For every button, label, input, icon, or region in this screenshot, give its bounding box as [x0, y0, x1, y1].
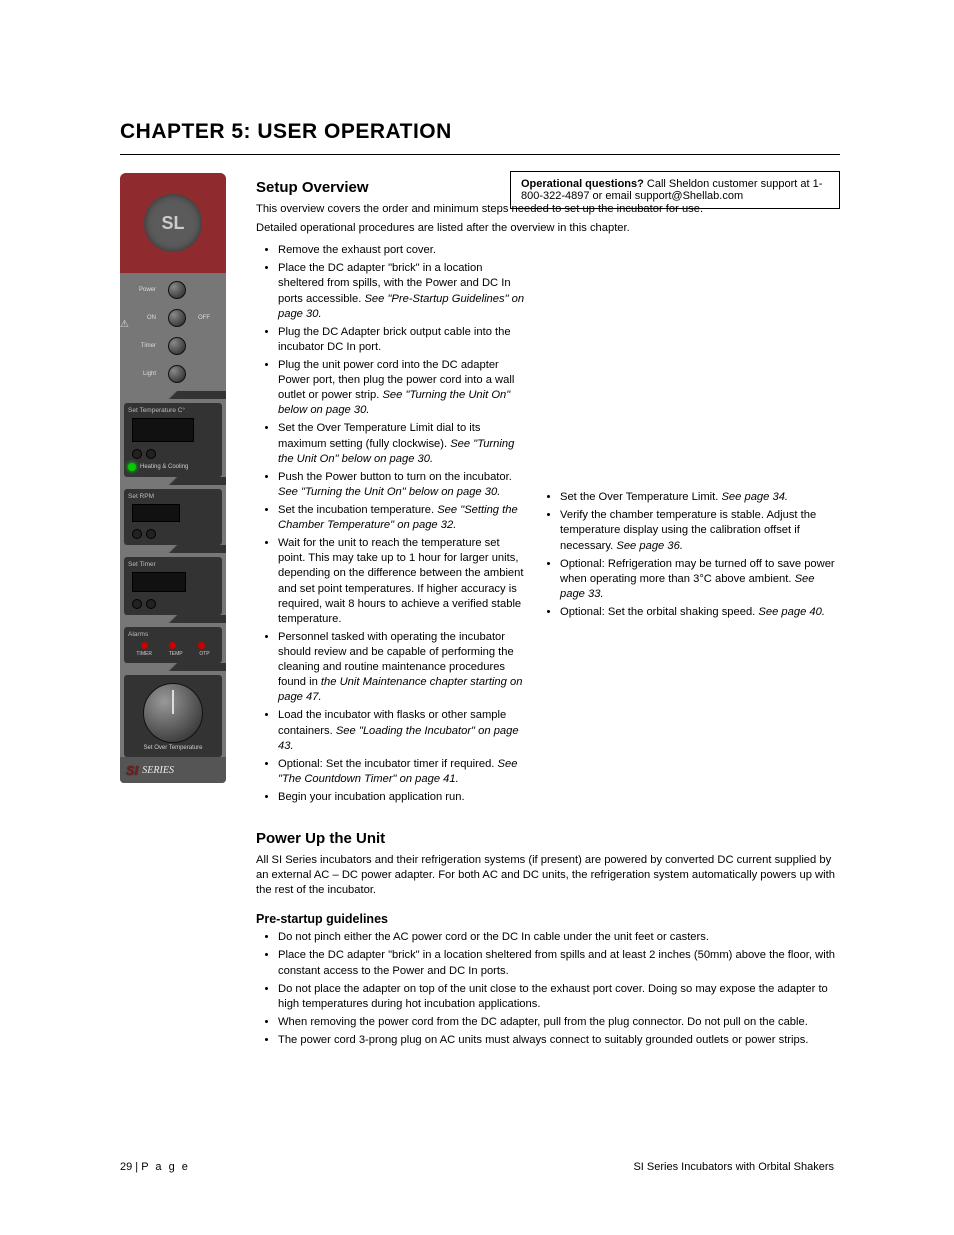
overview-steps: Remove the exhaust port cover. Place the… [256, 240, 840, 808]
title-divider [120, 154, 840, 155]
timer-display [132, 572, 186, 592]
pre-startup-list: Do not pinch either the AC power cord or… [278, 930, 840, 1048]
pre-startup-heading: Pre-startup guidelines [256, 912, 840, 926]
temp-down-button [146, 449, 156, 459]
list-item: Plug the DC Adapter brick output cable i… [278, 325, 526, 355]
switch-light: Light [126, 365, 220, 383]
rpm-up-button [132, 529, 142, 539]
control-panel-illustration: SL ⚠ Power ON OFF Timer [120, 173, 226, 783]
list-item: Optional: Set the orbital shaking speed.… [560, 605, 840, 620]
support-callout-box: Operational questions? Call Sheldon cust… [510, 171, 840, 209]
text-column: Operational questions? Call Sheldon cust… [240, 173, 840, 1051]
alarms-section: Alarms TIMER TEMP OTP [124, 627, 222, 663]
timer-down-button [146, 599, 156, 609]
set-temperature-section: Set Temperature C° Heating & Cooling [124, 403, 222, 477]
brand-logo: SL [144, 194, 202, 252]
switch-onoff: ON OFF [126, 309, 220, 327]
over-temp-section: Set Over Temperature [124, 675, 222, 757]
overview-intro-2: Detailed operational procedures are list… [256, 221, 840, 236]
footer-doc-title: SI Series Incubators with Orbital Shaker… [633, 1161, 834, 1173]
power-knob [168, 281, 186, 299]
set-timer-section: Set Timer [124, 557, 222, 615]
content-columns: SL ⚠ Power ON OFF Timer [120, 173, 840, 1051]
list-item: The power cord 3-prong plug on AC units … [278, 1033, 840, 1048]
power-up-para: All SI Series incubators and their refri… [256, 853, 840, 898]
timer-up-button [132, 599, 142, 609]
warning-icon: ⚠ [120, 319, 129, 330]
list-item: Do not place the adapter on top of the u… [278, 982, 840, 1012]
list-item: Place the DC adapter "brick" in a locati… [278, 948, 840, 978]
list-item: Personnel tasked with operating the incu… [278, 630, 526, 706]
heating-led [128, 463, 136, 471]
panel-column: SL ⚠ Power ON OFF Timer [120, 173, 240, 1051]
list-item: Place the DC adapter "brick" in a locati… [278, 261, 526, 321]
set-rpm-section: Set RPM [124, 489, 222, 545]
list-item: Remove the exhaust port cover. [278, 243, 526, 258]
alarm-led-timer [141, 642, 148, 649]
list-item: Wait for the unit to reach the temperatu… [278, 536, 526, 627]
list-item: Optional: Refrigeration may be turned of… [560, 557, 840, 602]
list-item: Begin your incubation application run. [278, 790, 526, 805]
list-item: Set the incubation temperature. See "Set… [278, 503, 526, 533]
alarm-led-temp [169, 642, 176, 649]
list-item: Verify the chamber temperature is stable… [560, 508, 840, 553]
switch-timer: Timer [126, 337, 220, 355]
alarm-led-otp [198, 642, 205, 649]
switch-bank: ⚠ Power ON OFF Timer [120, 273, 226, 391]
series-label: SI SERIES [120, 757, 226, 783]
list-item: Load the incubator with flasks or other … [278, 708, 526, 753]
temperature-display [132, 418, 194, 442]
list-item: When removing the power cord from the DC… [278, 1015, 840, 1030]
over-temperature-dial [143, 683, 203, 743]
light-knob [168, 365, 186, 383]
footer-page-number: 29 | P a g e [120, 1161, 190, 1173]
panel-logo-area: SL [120, 173, 226, 273]
list-item: Push the Power button to turn on the inc… [278, 470, 526, 500]
list-item: Plug the unit power cord into the DC ada… [278, 358, 526, 418]
list-item: Do not pinch either the AC power cord or… [278, 930, 840, 945]
temp-up-button [132, 449, 142, 459]
list-item: Optional: Set the incubator timer if req… [278, 757, 526, 787]
switch-power: Power [126, 281, 220, 299]
chapter-title: CHAPTER 5: USER OPERATION [120, 120, 840, 144]
rpm-display [132, 504, 180, 522]
page-content: CHAPTER 5: USER OPERATION SL ⚠ Power ON [120, 120, 840, 1051]
list-item: Set the Over Temperature Limit. See page… [560, 490, 840, 505]
power-up-heading: Power Up the Unit [256, 830, 840, 847]
list-item: Set the Over Temperature Limit dial to i… [278, 421, 526, 466]
rpm-down-button [146, 529, 156, 539]
timer-knob [168, 337, 186, 355]
onoff-knob [168, 309, 186, 327]
